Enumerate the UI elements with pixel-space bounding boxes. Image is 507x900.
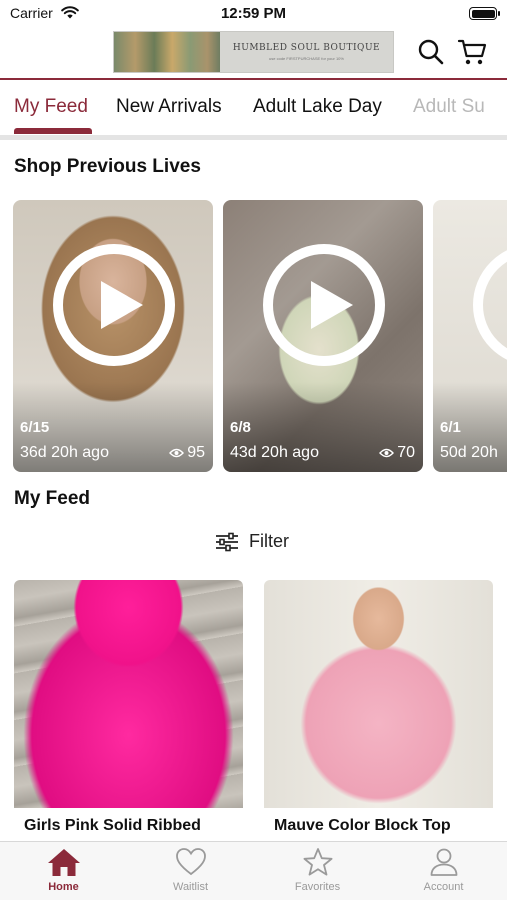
person-icon xyxy=(430,848,457,876)
tab-new-arrivals[interactable]: New Arrivals xyxy=(116,96,222,118)
filter-icon xyxy=(216,532,238,551)
store-banner[interactable]: HUMBLED SOUL BOUTIQUE use code FIRSTPURC… xyxy=(113,31,394,73)
active-tab-indicator xyxy=(14,128,92,134)
live-card[interactable]: 6/1 50d 20h xyxy=(433,200,507,472)
status-bar: Carrier 12:59 PM xyxy=(0,0,507,28)
live-card[interactable]: 6/8 43d 20h ago 70 xyxy=(223,200,423,472)
app-header: HUMBLED SOUL BOUTIQUE use code FIRSTPURC… xyxy=(0,28,507,78)
live-views: 70 xyxy=(379,444,415,462)
product-card[interactable]: Girls Pink Solid Ribbed xyxy=(14,580,243,842)
bottom-tab-bar: Home Waitlist Favorites Account xyxy=(0,841,507,900)
tabs-divider xyxy=(0,135,507,140)
product-image xyxy=(14,580,243,808)
category-tabs: My Feed New Arrivals Adult Lake Day Adul… xyxy=(0,80,507,136)
battery-icon xyxy=(469,7,500,20)
live-time-ago: 50d 20h xyxy=(440,444,498,461)
filter-button[interactable]: Filter xyxy=(215,531,289,552)
nav-waitlist-label: Waitlist xyxy=(172,881,209,893)
previous-lives-carousel[interactable]: 6/15 36d 20h ago 95 6/8 43d 20h ago 70 6… xyxy=(0,200,507,472)
my-feed-title: My Feed xyxy=(14,488,91,509)
search-icon xyxy=(418,39,444,65)
product-name: Girls Pink Solid Ribbed xyxy=(24,817,201,834)
play-icon xyxy=(263,244,385,366)
nav-account[interactable]: Account xyxy=(380,847,507,900)
live-time-ago: 43d 20h ago xyxy=(230,444,319,461)
product-name: Mauve Color Block Top xyxy=(274,817,451,834)
live-date: 6/15 xyxy=(20,419,50,436)
nav-home[interactable]: Home xyxy=(0,847,127,900)
search-button[interactable] xyxy=(415,36,447,68)
tab-adult-lake-day[interactable]: Adult Lake Day xyxy=(253,96,382,118)
nav-favorites-label: Favorites xyxy=(294,881,341,893)
nav-waitlist[interactable]: Waitlist xyxy=(127,847,254,900)
play-icon xyxy=(53,244,175,366)
nav-favorites[interactable]: Favorites xyxy=(254,847,381,900)
cart-icon xyxy=(457,39,487,65)
live-date: 6/8 xyxy=(230,419,251,436)
live-view-count: 70 xyxy=(397,444,415,461)
live-view-count: 95 xyxy=(187,444,205,461)
product-image xyxy=(264,580,493,808)
clock: 12:59 PM xyxy=(220,5,287,22)
live-time-ago: 36d 20h ago xyxy=(20,444,109,461)
home-icon xyxy=(47,849,80,876)
nav-home-label: Home xyxy=(48,881,79,893)
heart-icon xyxy=(175,848,206,876)
banner-photo xyxy=(114,32,220,72)
live-card[interactable]: 6/15 36d 20h ago 95 xyxy=(13,200,213,472)
nav-account-label: Account xyxy=(423,881,464,893)
filter-label: Filter xyxy=(249,531,289,551)
live-views: 95 xyxy=(169,444,205,462)
banner-store-name: HUMBLED SOUL BOUTIQUE xyxy=(232,43,381,53)
live-date: 6/1 xyxy=(440,419,461,436)
shop-previous-lives-title: Shop Previous Lives xyxy=(14,156,201,177)
eye-icon xyxy=(379,448,395,458)
tab-my-feed[interactable]: My Feed xyxy=(14,96,88,118)
product-card[interactable]: Mauve Color Block Top xyxy=(264,580,493,842)
tab-adult-su[interactable]: Adult Su xyxy=(413,96,485,118)
banner-promo: use code FIRSTPURCHASE for your 10% xyxy=(269,56,344,61)
cart-button[interactable] xyxy=(456,36,488,68)
star-icon xyxy=(303,848,332,876)
banner-brand: HUMBLED SOUL BOUTIQUE use code FIRSTPURC… xyxy=(220,32,393,72)
eye-icon xyxy=(169,448,185,458)
